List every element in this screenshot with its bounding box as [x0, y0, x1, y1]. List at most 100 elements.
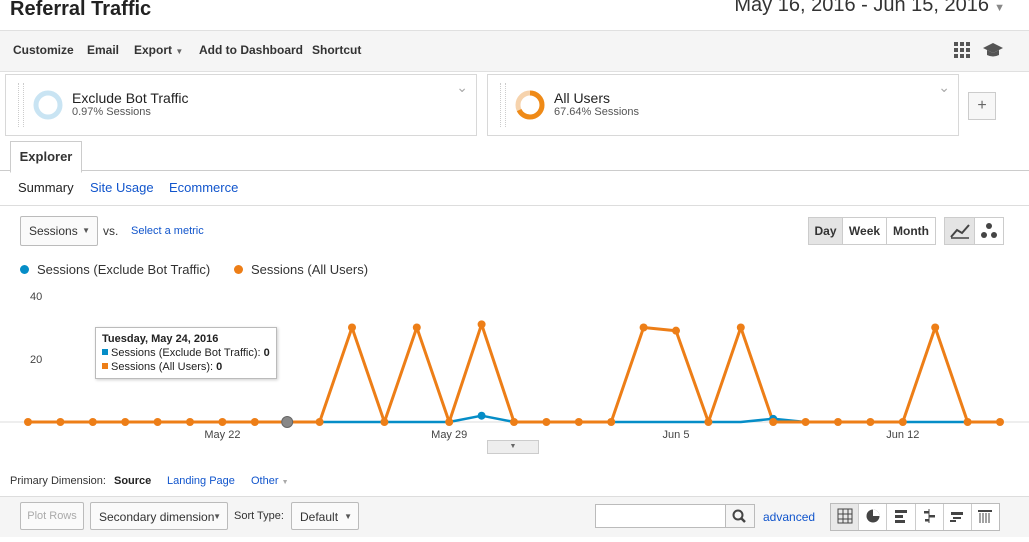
- plot-rows-button[interactable]: Plot Rows: [20, 502, 84, 530]
- dimension-source[interactable]: Source: [114, 475, 151, 487]
- data-point[interactable]: [607, 418, 616, 426]
- export-button[interactable]: Export ▼: [134, 43, 183, 57]
- data-point[interactable]: [542, 418, 551, 426]
- legend-series-exclude-bot[interactable]: Sessions (Exclude Bot Traffic): [20, 262, 210, 277]
- drag-handle-icon[interactable]: [18, 83, 24, 127]
- data-point[interactable]: [510, 418, 518, 426]
- data-point[interactable]: [866, 418, 875, 426]
- table-search-input[interactable]: [595, 504, 727, 528]
- data-point[interactable]: [412, 323, 421, 332]
- subtab-divider: [0, 205, 1029, 206]
- dimension-other[interactable]: Other ▼: [251, 475, 289, 487]
- add-segment-button[interactable]: +: [968, 92, 996, 120]
- tooltip-label: Sessions (All Users):: [111, 361, 214, 373]
- primary-dimension-label: Primary Dimension:: [10, 475, 106, 487]
- chart-tooltip: Tuesday, May 24, 2016 Sessions (Exclude …: [95, 327, 277, 379]
- data-point[interactable]: [769, 418, 778, 426]
- bubble-chart-icon: [981, 223, 997, 238]
- legend-dot-icon: [234, 265, 243, 274]
- data-point[interactable]: [121, 418, 130, 426]
- granularity-week-button[interactable]: Week: [842, 217, 887, 245]
- legend-label: Sessions (All Users): [251, 262, 369, 277]
- shortcut-button[interactable]: Shortcut: [312, 43, 361, 57]
- customize-button[interactable]: Customize: [13, 43, 74, 57]
- data-point[interactable]: [315, 418, 324, 426]
- data-point[interactable]: [574, 418, 583, 426]
- tooltip-row-all-users: Sessions (All Users): 0: [102, 361, 270, 373]
- x-tick-label: Jun 5: [663, 429, 690, 441]
- search-button[interactable]: [725, 504, 755, 528]
- data-point[interactable]: [477, 320, 486, 329]
- data-point[interactable]: [218, 418, 227, 426]
- bar-chart-icon: [894, 510, 907, 523]
- data-point[interactable]: [56, 418, 65, 426]
- chevron-down-icon[interactable]: ▼: [994, 2, 1005, 14]
- term-cloud-view-button[interactable]: [944, 504, 972, 530]
- tooltip-label: Sessions (Exclude Bot Traffic):: [111, 347, 261, 359]
- segment-card-all-users[interactable]: All Users 67.64% Sessions ⌄: [487, 74, 959, 136]
- data-point[interactable]: [24, 418, 32, 426]
- legend-series-all-users[interactable]: Sessions (All Users): [234, 262, 368, 277]
- caret-down-icon: ▼: [82, 226, 90, 235]
- subtab-ecommerce[interactable]: Ecommerce: [169, 180, 238, 195]
- highlighted-data-point[interactable]: [281, 416, 294, 428]
- data-point[interactable]: [639, 323, 648, 332]
- table-controls-bar: Plot Rows Secondary dimension ▼ Sort Typ…: [0, 496, 1029, 537]
- line-chart-button[interactable]: [944, 217, 975, 245]
- performance-view-button[interactable]: [887, 504, 916, 530]
- sort-type-select[interactable]: Default ▼: [291, 502, 359, 530]
- data-point[interactable]: [801, 418, 810, 426]
- pivot-view-button[interactable]: [972, 504, 999, 530]
- chevron-down-icon[interactable]: ⌄: [456, 79, 468, 96]
- data-point[interactable]: [477, 411, 486, 420]
- drag-handle-icon[interactable]: [500, 83, 506, 127]
- data-point[interactable]: [186, 418, 194, 426]
- data-point[interactable]: [931, 323, 940, 332]
- tab-explorer[interactable]: Explorer: [10, 141, 82, 173]
- report-toolbar: Customize Email Export ▼ Add to Dashboar…: [0, 30, 1029, 72]
- data-point[interactable]: [898, 418, 907, 426]
- dimension-landing-page[interactable]: Landing Page: [167, 475, 235, 487]
- data-point[interactable]: [704, 418, 713, 426]
- data-point[interactable]: [672, 326, 680, 335]
- data-point[interactable]: [736, 323, 745, 332]
- granularity-day-button[interactable]: Day: [808, 217, 843, 245]
- data-point[interactable]: [250, 418, 259, 426]
- x-tick-label: May 29: [431, 429, 467, 441]
- metric-select[interactable]: Sessions ▼: [20, 216, 98, 246]
- data-point[interactable]: [88, 418, 97, 426]
- data-point[interactable]: [380, 418, 389, 426]
- caret-down-icon: ▼: [175, 47, 184, 56]
- tooltip-row-exclude-bot: Sessions (Exclude Bot Traffic): 0: [102, 347, 270, 359]
- data-table-view-button[interactable]: [831, 504, 860, 530]
- comparison-view-button[interactable]: [916, 504, 944, 530]
- secondary-dimension-label: Secondary dimension: [99, 510, 215, 524]
- chevron-down-icon[interactable]: ⌄: [938, 79, 950, 96]
- data-point[interactable]: [996, 418, 1004, 426]
- donut-icon: [33, 90, 63, 120]
- motion-chart-button[interactable]: [974, 217, 1004, 245]
- advanced-search-link[interactable]: advanced: [763, 510, 815, 524]
- grid-view-icon[interactable]: [953, 41, 973, 61]
- data-point[interactable]: [348, 323, 356, 332]
- date-range-picker[interactable]: May 16, 2016 - Jun 15, 2016: [734, 0, 989, 17]
- segment-card-exclude-bot[interactable]: Exclude Bot Traffic 0.97% Sessions ⌄: [5, 74, 477, 136]
- granularity-month-button[interactable]: Month: [886, 217, 936, 245]
- subtab-site-usage[interactable]: Site Usage: [90, 180, 154, 195]
- data-point[interactable]: [963, 418, 972, 426]
- data-point[interactable]: [445, 418, 454, 426]
- email-button[interactable]: Email: [87, 43, 119, 57]
- data-point[interactable]: [153, 418, 162, 426]
- secondary-dimension-select[interactable]: Secondary dimension ▼: [90, 502, 228, 530]
- select-metric-link[interactable]: Select a metric: [131, 225, 204, 237]
- x-tick-label: May 22: [204, 429, 240, 441]
- pie-view-button[interactable]: [859, 504, 888, 530]
- page-title: Referral Traffic: [10, 0, 152, 20]
- subtab-summary[interactable]: Summary: [18, 180, 74, 195]
- y-tick-label: 20: [30, 354, 42, 366]
- search-icon: [732, 509, 746, 523]
- chart-collapse-handle[interactable]: ▼: [487, 440, 539, 454]
- graduation-cap-icon[interactable]: [982, 41, 1004, 59]
- add-to-dashboard-button[interactable]: Add to Dashboard: [199, 43, 303, 57]
- data-point[interactable]: [834, 418, 842, 426]
